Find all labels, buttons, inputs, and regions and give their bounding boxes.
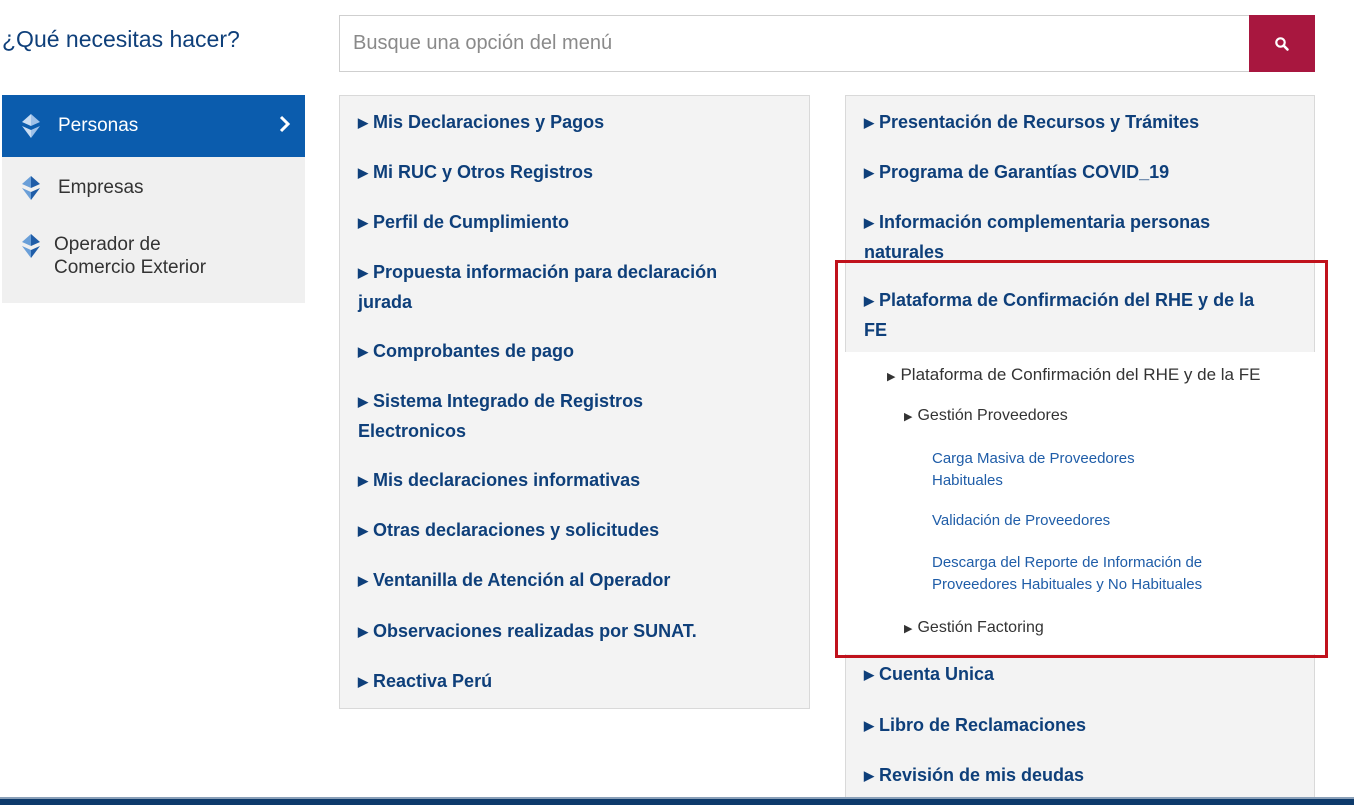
menu-item[interactable]: ▶ Mis Declaraciones y Pagos <box>358 108 604 138</box>
search-bar <box>339 15 1315 72</box>
sidebar: Personas Empresas Operador de Comercio E… <box>2 95 305 303</box>
triangle-right-icon: ▶ <box>864 718 874 733</box>
sidebar-item-personas[interactable]: Personas <box>2 95 305 157</box>
link-validacion-proveedores[interactable]: Validación de Proveedores <box>932 510 1110 532</box>
search-button[interactable] <box>1249 15 1315 72</box>
menu-item[interactable]: ▶ Observaciones realizadas por SUNAT. <box>358 617 697 647</box>
triangle-right-icon: ▶ <box>358 473 368 488</box>
triangle-right-icon: ▶ <box>358 165 368 180</box>
menu-item-plataforma-confirmacion[interactable]: ▶ Plataforma de Confirmación del RHE y de… <box>864 286 1254 344</box>
link-carga-masiva-proveedores[interactable]: Carga Masiva de Proveedores Habituales <box>932 448 1135 492</box>
menu-item[interactable]: ▶ Programa de Garantías COVID_19 <box>864 158 1169 188</box>
triangle-right-icon: ▶ <box>904 411 913 423</box>
menu-item[interactable]: ▶ Sistema Integrado de Registros Electroni… <box>358 387 643 445</box>
triangle-right-icon: ▶ <box>864 768 874 783</box>
triangle-right-icon: ▶ <box>864 165 874 180</box>
menu-item[interactable]: ▶ Comprobantes de pago <box>358 337 574 367</box>
menu-item[interactable]: ▶ Propuesta información para declaración j… <box>358 258 717 316</box>
triangle-right-icon: ▶ <box>358 674 368 689</box>
menu-item[interactable]: ▶ Perfil de Cumplimiento <box>358 208 569 238</box>
triangle-right-icon: ▶ <box>864 215 874 230</box>
triangle-right-icon: ▶ <box>358 215 368 230</box>
sunat-diamond-icon <box>22 234 40 258</box>
triangle-right-icon: ▶ <box>864 115 874 130</box>
sidebar-item-operador-comercio-exterior[interactable]: Operador de Comercio Exterior <box>2 219 305 303</box>
submenu-item-gestion-proveedores[interactable]: ▶ Gestión Proveedores <box>904 405 1068 428</box>
menu-item[interactable]: ▶ Mi RUC y Otros Registros <box>358 158 593 188</box>
menu-item[interactable]: ▶ Otras declaraciones y solicitudes <box>358 516 659 546</box>
page-question: ¿Qué necesitas hacer? <box>2 26 240 52</box>
triangle-right-icon: ▶ <box>864 293 874 308</box>
menu-item[interactable]: ▶ Cuenta Unica <box>864 660 994 690</box>
submenu-panel <box>845 352 1315 654</box>
link-descarga-reporte[interactable]: Descarga del Reporte de Información de Pr… <box>932 552 1202 596</box>
triangle-right-icon: ▶ <box>887 371 896 383</box>
triangle-right-icon: ▶ <box>358 115 368 130</box>
triangle-right-icon: ▶ <box>358 624 368 639</box>
triangle-right-icon: ▶ <box>358 344 368 359</box>
menu-item[interactable]: ▶ Mis declaraciones informativas <box>358 466 640 496</box>
chevron-right-icon <box>279 115 291 133</box>
menu-item[interactable]: ▶ Información complementaria personas natu… <box>864 208 1210 266</box>
triangle-right-icon: ▶ <box>864 667 874 682</box>
sidebar-item-label: Operador de Comercio Exterior <box>54 234 207 278</box>
bottom-bar <box>0 797 1354 805</box>
sunat-diamond-icon <box>22 176 40 200</box>
triangle-right-icon: ▶ <box>904 623 913 635</box>
triangle-right-icon: ▶ <box>358 523 368 538</box>
submenu-item-plataforma[interactable]: ▶ Plataforma de Confirmación del RHE y de… <box>887 364 1260 388</box>
menu-item[interactable]: ▶ Presentación de Recursos y Trámites <box>864 108 1199 138</box>
sidebar-item-label: Personas <box>58 115 139 136</box>
triangle-right-icon: ▶ <box>358 394 368 409</box>
sidebar-item-label: Empresas <box>58 177 144 198</box>
sunat-diamond-icon <box>22 114 40 138</box>
search-input[interactable] <box>340 16 1249 71</box>
submenu-item-gestion-factoring[interactable]: ▶ Gestión Factoring <box>904 617 1044 640</box>
menu-item[interactable]: ▶ Reactiva Perú <box>358 667 492 697</box>
search-icon <box>1275 36 1289 51</box>
triangle-right-icon: ▶ <box>358 265 368 280</box>
menu-item[interactable]: ▶ Ventanilla de Atención al Operador <box>358 566 670 596</box>
triangle-right-icon: ▶ <box>358 573 368 588</box>
menu-item[interactable]: ▶ Revisión de mis deudas <box>864 761 1084 791</box>
menu-item[interactable]: ▶ Libro de Reclamaciones <box>864 711 1086 741</box>
sidebar-item-empresas[interactable]: Empresas <box>2 157 305 219</box>
